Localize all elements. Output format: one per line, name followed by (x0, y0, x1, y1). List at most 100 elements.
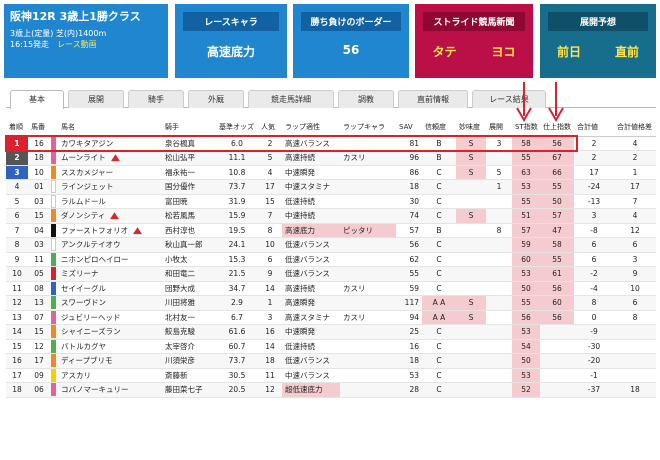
horse-name[interactable]: ダノンシティ (61, 211, 105, 220)
jockey-cell[interactable]: 松山弘平 (162, 150, 216, 166)
race-video-link[interactable]: レース動画 (57, 40, 97, 49)
horse-name[interactable]: アンクルテイオウ (61, 240, 120, 249)
horse-name-cell[interactable]: ムーンライト ▲ (58, 150, 162, 166)
horse-name-cell[interactable]: ミズリーナ (58, 266, 162, 282)
jockey-cell[interactable]: 松若風馬 (162, 208, 216, 224)
table-row[interactable]: 17 09 アスカリ 斎藤新 30.5 11 中速バランス 53 C 53 -1 (6, 368, 656, 383)
col-lap-aptitude[interactable]: ラップ適性 (282, 118, 340, 137)
horse-name[interactable]: ミズリーナ (61, 269, 99, 278)
horse-name[interactable]: カワキタアジン (61, 139, 113, 148)
forecast-just-before-link[interactable]: 直前 (615, 43, 639, 60)
jockey-cell[interactable]: 国分優作 (162, 179, 216, 195)
col-tenkai[interactable]: 展開 (486, 118, 512, 137)
horse-name[interactable]: ススカメジャー (61, 168, 113, 177)
col-jockey[interactable]: 騎手 (162, 118, 216, 137)
table-row[interactable]: 6 15 ダノンシティ ▲ 松若風馬 15.9 7 中速持続 74 C S 51 57 3 4 (6, 208, 656, 224)
table-row[interactable]: 13 07 ジュビリーヘッド 北村友一 6.7 3 高速スタミナ カスリ 94 A A S 56 56 0… (6, 310, 656, 325)
jockey-cell[interactable]: 泉谷楓真 (162, 136, 216, 151)
table-row[interactable]: 5 03 ラルムドール 富田暁 31.9 15 低速持続 30 C 55 50 -13 7 (6, 194, 656, 209)
tab-race-result[interactable]: レース結果 (472, 90, 546, 108)
horse-name[interactable]: シャイニーズラン (61, 327, 121, 336)
col-lap-chara[interactable]: ラップキャラ (340, 118, 396, 137)
horse-name[interactable]: ファーストフォリオ (61, 226, 128, 235)
horse-name-cell[interactable]: ニホンピロヘイロー (58, 252, 162, 267)
col-myomi[interactable]: 妙味度 (456, 118, 486, 137)
col-st-index[interactable]: ST指数 (512, 118, 540, 137)
col-horse-name[interactable]: 馬名 (58, 118, 162, 137)
col-popularity[interactable]: 人気 (258, 118, 282, 137)
col-base-odds[interactable]: 基準オッズ (216, 118, 258, 137)
horse-name[interactable]: セイイーグル (61, 284, 106, 293)
tab-outside-stable[interactable]: 外厩 (188, 90, 244, 108)
horse-name[interactable]: ジュビリーヘッド (61, 313, 120, 322)
horse-name-cell[interactable]: コバノマーキュリー (58, 382, 162, 398)
horse-name[interactable]: コバノマーキュリー (61, 385, 129, 394)
stride-yoko-link[interactable]: ヨコ (491, 43, 515, 60)
table-row[interactable]: 10 05 ミズリーナ 和田竜二 21.5 9 低速バランス 55 C 53 61 -2 9 (6, 266, 656, 282)
tab-basic[interactable]: 基本 (10, 90, 64, 109)
tab-horse-details[interactable]: 競走馬詳細 (248, 90, 334, 108)
col-total[interactable]: 合計値 (574, 118, 614, 137)
jockey-cell[interactable]: 藤田菜七子 (162, 382, 216, 398)
horse-name-cell[interactable]: スワーヴドン (58, 295, 162, 311)
jockey-cell[interactable]: 富田暁 (162, 194, 216, 209)
horse-name-cell[interactable]: ファーストフォリオ ▲ (58, 223, 162, 238)
jockey-cell[interactable]: 西村淳也 (162, 223, 216, 238)
jockey-cell[interactable]: 北村友一 (162, 310, 216, 325)
jockey-cell[interactable]: 小牧太 (162, 252, 216, 267)
horse-name-cell[interactable]: バトルカグヤ (58, 339, 162, 354)
table-row[interactable]: 11 08 セイイーグル 団野大成 34.7 14 高速持続 カスリ 59 C 50 56 -4 10 (6, 281, 656, 296)
jockey-cell[interactable]: 鮫島克駿 (162, 324, 216, 340)
horse-name-cell[interactable]: ディープブリモ (58, 353, 162, 369)
horse-name-cell[interactable]: シャイニーズラン (58, 324, 162, 340)
col-number[interactable]: 馬番 (28, 118, 50, 137)
table-row[interactable]: 7 04 ファーストフォリオ ▲ 西村淳也 19.5 8 高速底力 ピッタリ 57 B 8 57 47 -8… (6, 223, 656, 238)
horse-name-cell[interactable]: アンクルテイオウ (58, 237, 162, 253)
horse-name[interactable]: アスカリ (61, 371, 91, 380)
table-row[interactable]: 9 11 ニホンピロヘイロー 小牧太 15.3 6 低速バランス 62 C 60 55 6 3 (6, 252, 656, 267)
table-row[interactable]: 18 06 コバノマーキュリー 藤田菜七子 20.5 12 超低速底力 28 C 52 -37 18 (6, 382, 656, 398)
jockey-cell[interactable]: 川田将雅 (162, 295, 216, 311)
tab-pre-race-info[interactable]: 直前情報 (398, 90, 468, 108)
table-row[interactable]: 3 10 ススカメジャー 福永祐一 10.8 4 中速瞬発 86 C S 5 63 66 17 1 (6, 165, 656, 180)
table-row[interactable]: 2 18 ムーンライト ▲ 松山弘平 11.1 5 高速持続 カスリ 96 B S 55 67 2 2 (6, 150, 656, 166)
horse-name-cell[interactable]: アスカリ (58, 368, 162, 383)
jockey-cell[interactable]: 太宰啓介 (162, 339, 216, 354)
tab-jockey[interactable]: 騎手 (128, 90, 184, 108)
table-row[interactable]: 16 17 ディープブリモ 川須栄彦 73.7 18 低速バランス 18 C 50 -20 (6, 353, 656, 369)
table-row[interactable]: 1 16 カワキタアジン 泉谷楓真 6.0 2 高速バランス 81 B S 3 58 56 2 4 (6, 136, 656, 151)
horse-name-cell[interactable]: セイイーグル (58, 281, 162, 296)
horse-name-cell[interactable]: ススカメジャー (58, 165, 162, 180)
horse-name[interactable]: ムーンライト (61, 153, 106, 162)
jockey-cell[interactable]: 和田竜二 (162, 266, 216, 282)
jockey-cell[interactable]: 福永祐一 (162, 165, 216, 180)
table-row[interactable]: 8 03 アンクルテイオウ 秋山真一郎 24.1 10 低速バランス 56 C 59 58 6 6 (6, 237, 656, 253)
stride-tate-link[interactable]: タテ (432, 43, 456, 60)
table-row[interactable]: 12 13 スワーヴドン 川田将雅 2.9 1 高速瞬発 117 A A S 55 60 8 6 (6, 295, 656, 311)
horse-name-cell[interactable]: カワキタアジン (58, 136, 162, 151)
tab-development[interactable]: 展開 (68, 90, 124, 108)
jockey-cell[interactable]: 秋山真一郎 (162, 237, 216, 253)
horse-name-cell[interactable]: ラルムドール (58, 194, 162, 209)
horse-name-cell[interactable]: ダノンシティ ▲ (58, 208, 162, 224)
table-row[interactable]: 14 15 シャイニーズラン 鮫島克駿 61.6 16 中速瞬発 25 C 53 -9 (6, 324, 656, 340)
horse-name-cell[interactable]: ジュビリーヘッド (58, 310, 162, 325)
horse-name[interactable]: ラインジェット (61, 182, 114, 191)
col-total-gap[interactable]: 合計値格差 (614, 118, 656, 137)
forecast-previous-day-link[interactable]: 前日 (557, 43, 581, 60)
horse-name-cell[interactable]: ラインジェット (58, 179, 162, 195)
table-row[interactable]: 15 12 バトルカグヤ 太宰啓介 60.7 14 低速持続 16 C 54 -30 (6, 339, 656, 354)
horse-name[interactable]: ディープブリモ (61, 356, 113, 365)
jockey-cell[interactable]: 団野大成 (162, 281, 216, 296)
jockey-cell[interactable]: 川須栄彦 (162, 353, 216, 369)
tab-training[interactable]: 調教 (338, 90, 394, 108)
horse-name[interactable]: ニホンピロヘイロー (61, 255, 129, 264)
table-row[interactable]: 4 01 ラインジェット 国分優作 73.7 17 中速スタミナ 18 C 1 53 55 -24 17 (6, 179, 656, 195)
horse-name[interactable]: ラルムドール (61, 197, 106, 206)
col-sav[interactable]: SAV (396, 118, 422, 137)
jockey-cell[interactable]: 斎藤新 (162, 368, 216, 383)
horse-name[interactable]: スワーヴドン (61, 298, 106, 307)
col-reliability[interactable]: 信頼度 (422, 118, 456, 137)
horse-name[interactable]: バトルカグヤ (61, 342, 106, 351)
col-finish-index[interactable]: 仕上指数 (540, 118, 574, 137)
